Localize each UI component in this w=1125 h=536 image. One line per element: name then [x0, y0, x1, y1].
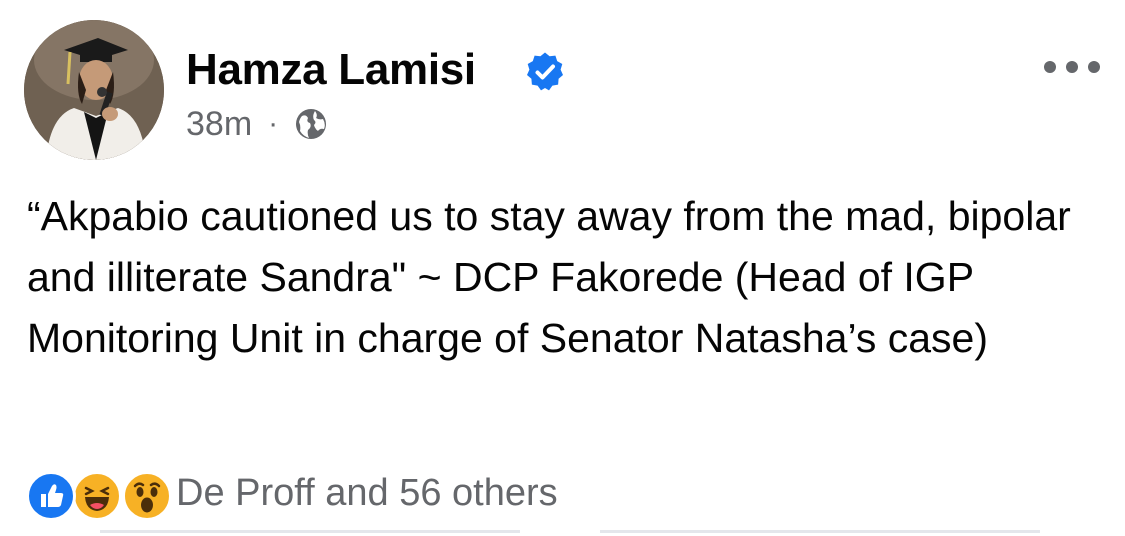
wow-icon	[122, 471, 172, 521]
action-bar-divider	[100, 530, 520, 533]
author-name[interactable]: Hamza Lamisi	[186, 44, 476, 96]
post-text: “Akpabio cautioned us to stay away from …	[27, 193, 1071, 361]
more-options-button[interactable]	[1044, 55, 1100, 79]
reaction-summary-text[interactable]: De Proff and 56 others	[176, 472, 558, 515]
author-avatar[interactable]	[24, 20, 164, 160]
dot-icon	[1044, 61, 1056, 73]
verified-badge-icon	[527, 52, 563, 91]
globe-icon[interactable]	[294, 107, 328, 141]
reaction-icons	[26, 468, 174, 521]
meta-separator: ·	[268, 107, 279, 140]
dot-icon	[1066, 61, 1078, 73]
post-timestamp[interactable]: 38m	[186, 105, 252, 144]
reaction-summary[interactable]: De Proff and 56 others	[26, 468, 558, 521]
like-icon	[26, 471, 76, 521]
dot-icon	[1088, 61, 1100, 73]
action-bar-divider	[600, 530, 1040, 533]
haha-icon	[72, 471, 122, 521]
post-meta: 38m ·	[186, 102, 328, 146]
facebook-post: Hamza Lamisi 38m · “Akpabio cautioned us…	[0, 0, 1125, 536]
profile-photo-icon	[24, 20, 164, 160]
